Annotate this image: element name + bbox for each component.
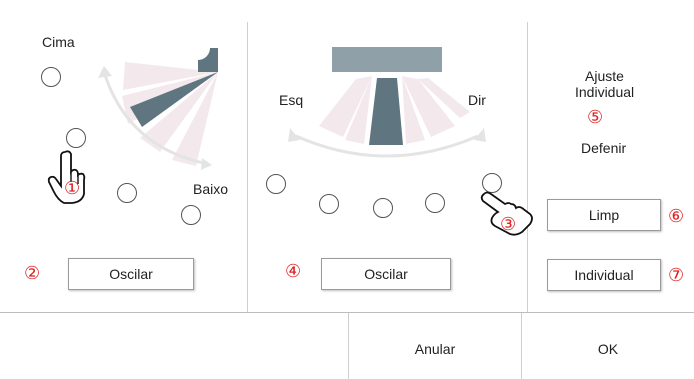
horizontal-swing-button[interactable]: Oscilar [321, 258, 451, 290]
horizontal-position-3[interactable] [373, 198, 393, 218]
horizontal-position-1[interactable] [266, 174, 286, 194]
individual-title-line1: Ajuste [585, 68, 624, 84]
left-label: Esq [279, 92, 304, 108]
marker-5: ⑤ [587, 107, 604, 127]
individual-button[interactable]: Individual [547, 259, 661, 291]
louver-settings-screen: Cima Baixo ① ② Oscilar Esq Dir ③ ④ Oscil… [0, 0, 694, 379]
marker-7: ⑦ [668, 265, 685, 285]
horizontal-position-2[interactable] [319, 194, 339, 214]
define-label: Defenir [581, 140, 627, 156]
horizontal-position-4[interactable] [425, 193, 445, 213]
right-label: Dir [468, 92, 486, 108]
marker-4: ④ [285, 261, 302, 281]
marker-3: ③ [500, 214, 517, 234]
ok-button[interactable]: OK [522, 320, 694, 377]
marker-6: ⑥ [668, 206, 685, 226]
clear-button[interactable]: Limp [547, 199, 661, 231]
cancel-button[interactable]: Anular [349, 320, 521, 377]
individual-title-line2: Individual [575, 84, 635, 100]
